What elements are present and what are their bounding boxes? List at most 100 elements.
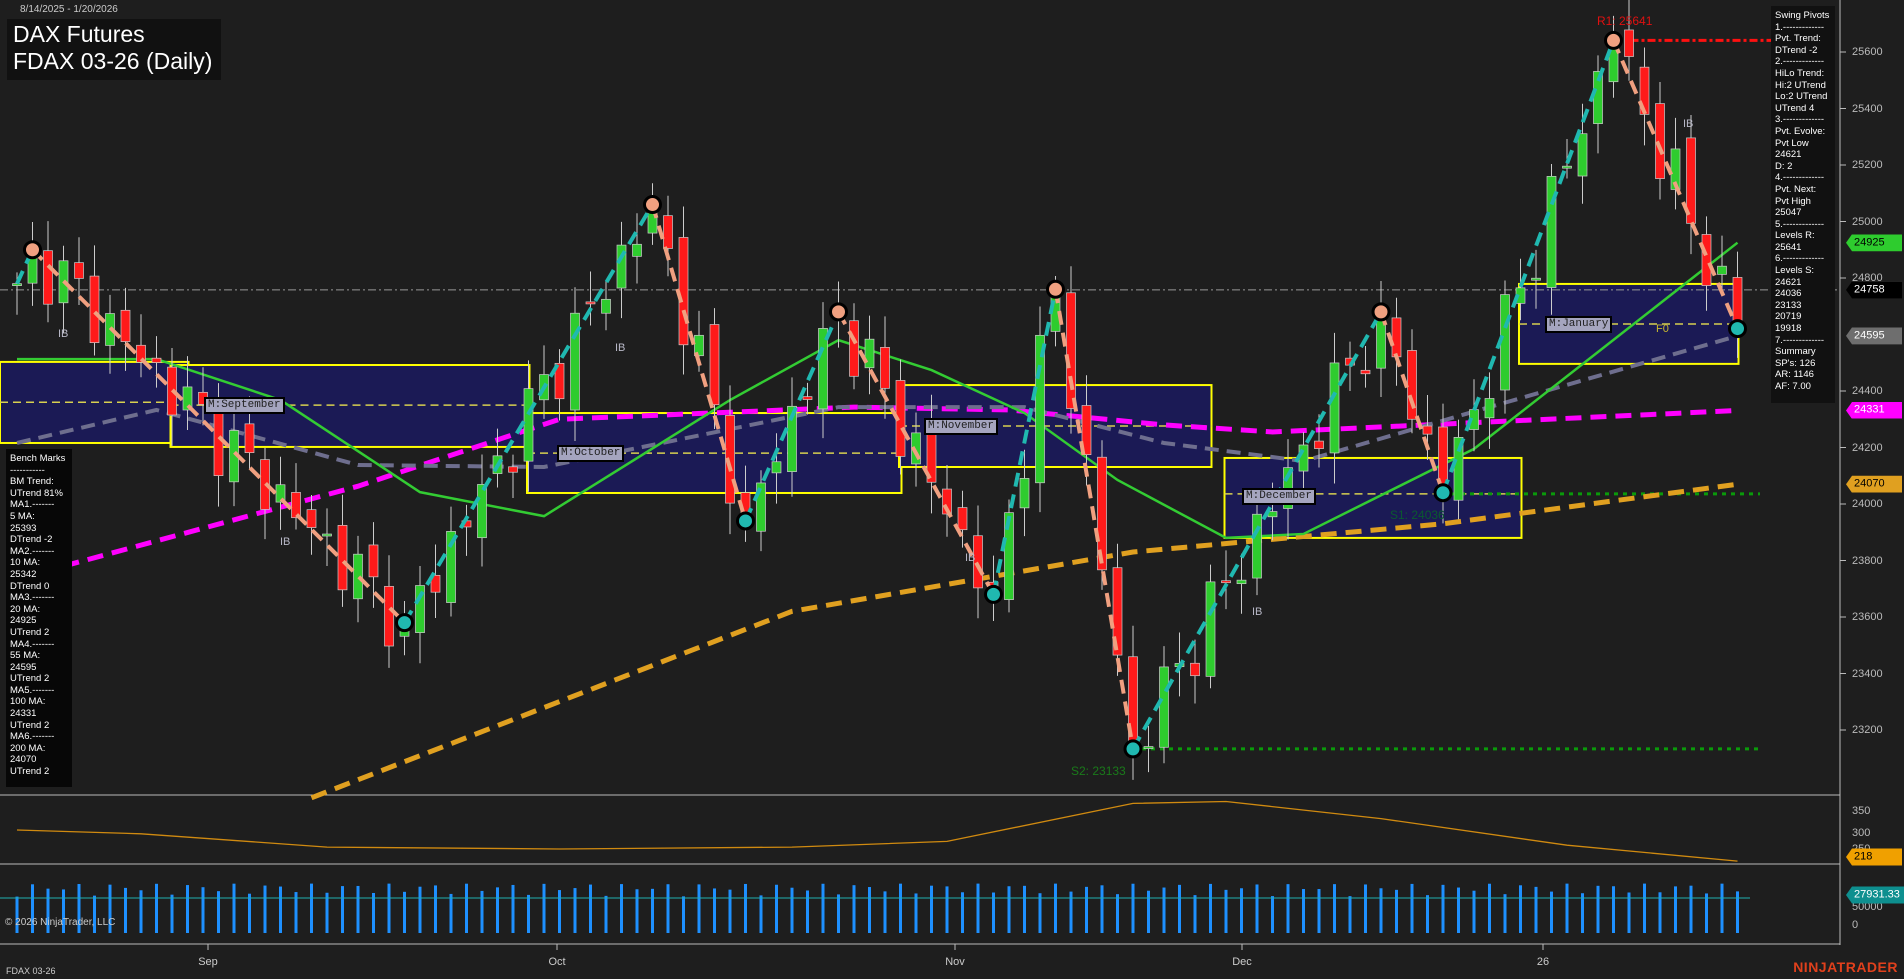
candle-body	[477, 484, 487, 539]
indicator-axis-tick: 300	[1852, 827, 1871, 839]
candle-body	[1066, 292, 1076, 409]
candle-body	[957, 507, 968, 531]
volume-value-badge: 27931.33	[1846, 886, 1904, 904]
candle-body	[1221, 580, 1231, 584]
bench_marks-line: UTrend 81%	[10, 487, 63, 499]
swing-low-marker	[1123, 739, 1143, 759]
swing_pivots-line: 24621	[1775, 149, 1802, 161]
swing-leg	[1053, 288, 1135, 750]
price-badge: 24070	[1846, 475, 1902, 493]
swing_pivots-line: 4.-------------	[1775, 172, 1825, 184]
bench_marks-line: DTrend 0	[10, 580, 50, 592]
swing-low-marker	[736, 511, 755, 531]
candle-body	[306, 509, 317, 528]
inside-bar-label: IB	[1683, 118, 1694, 130]
instrument-contract: FDAX 03-26 (Daily)	[13, 48, 213, 74]
bench_marks-line: 25342	[10, 568, 37, 580]
candle-body	[880, 347, 890, 389]
candle-body	[322, 533, 332, 537]
candle-body	[1422, 425, 1433, 435]
bench_marks-line: 200 MA:	[10, 742, 46, 754]
swing_pivots-line: AF: 7.00	[1775, 381, 1811, 392]
swing_pivots-line: Lo:2 UTrend	[1775, 91, 1828, 103]
swing-low-marker	[1728, 319, 1747, 339]
price-chart[interactable]	[0, 0, 1904, 979]
swing_pivots-line: Pvt Low	[1775, 137, 1809, 149]
bench_marks-line: MA5.-------	[10, 684, 55, 696]
bench_marks-line: MA2.-------	[10, 545, 55, 557]
swing_pivots-line: Swing Pivots	[1775, 10, 1830, 21]
candle-body	[1531, 277, 1541, 281]
footer-instrument: FDAX 03-26	[6, 966, 56, 976]
swing-low-marker	[984, 584, 1003, 604]
swing-high-marker	[1371, 302, 1391, 322]
swing_pivots-line: 24621	[1775, 276, 1802, 288]
swing_pivots-line: 3.-------------	[1775, 114, 1825, 126]
bench_marks-line: 24070	[10, 754, 37, 766]
swing-high-marker	[829, 302, 848, 322]
swing_pivots-line: Hi:2 UTrend	[1775, 79, 1826, 91]
bench_marks-line: MA3.-------	[10, 592, 55, 604]
candle-body	[1484, 398, 1495, 419]
candle-body	[709, 324, 720, 406]
swing_pivots-line: 25047	[1775, 207, 1802, 219]
price-axis-tick: 23200	[1852, 724, 1883, 736]
candle-body	[1500, 294, 1510, 391]
candle-body	[585, 301, 596, 305]
swing_pivots-line: AR: 1146	[1775, 369, 1814, 381]
bench_marks-line: 24331	[10, 708, 37, 720]
candle-body	[1159, 666, 1169, 748]
x-axis-label-dec: Dec	[1232, 956, 1252, 968]
price-axis-tick: 23600	[1852, 611, 1883, 623]
swing_pivots-line: Pvt. Next:	[1775, 183, 1817, 195]
indicator-value-badge: 218	[1846, 848, 1902, 866]
swing-high-marker	[643, 195, 662, 215]
candle-body	[1143, 746, 1154, 749]
month-label-october: M:October	[557, 445, 625, 462]
month-label-september: M:September	[204, 397, 285, 414]
candle-body	[74, 262, 84, 279]
candle-body	[368, 544, 379, 578]
swing_pivots-line: SP's: 126	[1775, 357, 1816, 369]
inside-bar-label: IB	[1252, 606, 1263, 618]
candle-body	[771, 461, 782, 474]
volume-axis-tick: 0	[1852, 919, 1859, 931]
swing_pivots-line: 7.-------------	[1775, 334, 1825, 346]
candle-body	[1407, 350, 1417, 420]
bench_marks-line: UTrend 2	[10, 719, 50, 731]
swing-high-marker	[23, 240, 42, 260]
swing_pivots-line: 24036	[1775, 288, 1802, 300]
bench_marks-line: UTrend 2	[10, 626, 50, 638]
candle-body	[1205, 581, 1216, 677]
inside-bar-label: IB	[965, 552, 976, 564]
candle-body	[1624, 29, 1634, 57]
swing_pivots-line: Pvt. Trend:	[1775, 33, 1821, 45]
swing_pivots-line: Pvt High	[1775, 195, 1811, 207]
bench_marks-line: 100 MA:	[10, 696, 46, 708]
swing-low-marker	[395, 613, 414, 633]
bench-marks-panel: Bench Marks ----------- BM Trend: UTrend 81…	[6, 449, 72, 787]
swing_pivots-line: Pvt. Evolve:	[1775, 125, 1826, 137]
candle-body	[1252, 513, 1262, 579]
price-axis-tick: 24200	[1852, 441, 1883, 454]
indicator-axis-tick: 350	[1852, 805, 1871, 817]
swing_pivots-line: UTrend 4	[1775, 102, 1815, 114]
candle-body	[508, 466, 518, 473]
support-s2-label: S2: 23133	[1071, 764, 1126, 778]
price-axis-tick: 25000	[1852, 215, 1883, 228]
candle-body	[43, 250, 53, 305]
candle-body	[678, 237, 689, 346]
bench_marks-line: -----------	[10, 464, 45, 476]
swing_pivots-line: Levels S:	[1775, 265, 1815, 277]
price-axis-tick: 23400	[1852, 667, 1883, 680]
swing_pivots-line: D: 2	[1775, 160, 1793, 172]
resistance-r1-label: R1: 25641	[1597, 14, 1653, 28]
x-axis-label-oct: Oct	[548, 956, 566, 968]
x-axis-label-2026: 26	[1536, 956, 1550, 968]
candle-body	[663, 215, 673, 249]
bench_marks-line: 5 MA:	[10, 510, 35, 522]
bench_marks-line: 20 MA:	[10, 603, 41, 615]
ninjatrader-logo: NINJATRADER	[1793, 959, 1898, 975]
bench_marks-line: 10 MA:	[10, 557, 41, 569]
swing_pivots-line: 2.-------------	[1775, 56, 1825, 68]
